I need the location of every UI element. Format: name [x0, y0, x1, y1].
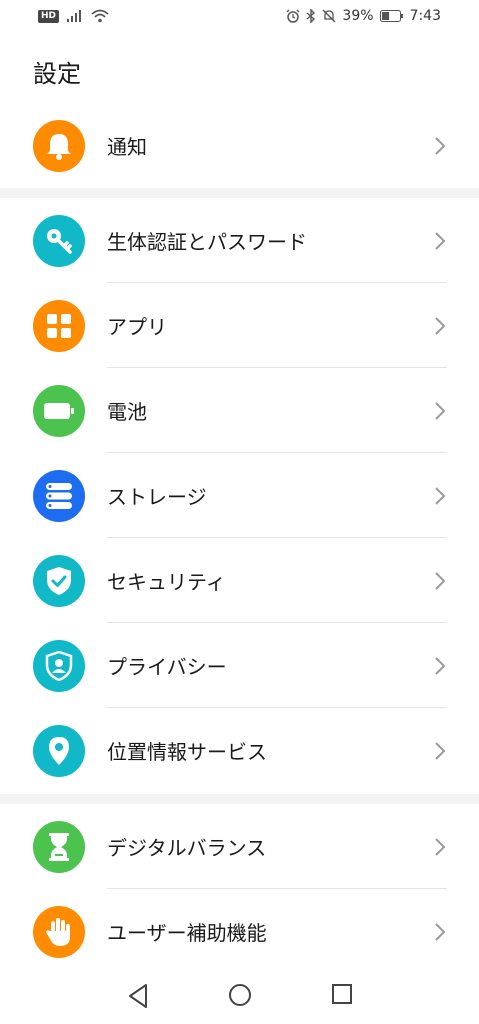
- chevron-right-icon: [435, 401, 445, 420]
- status-right: 39% 7:43: [286, 8, 441, 24]
- wifi-icon: [91, 9, 109, 23]
- hand-icon: [33, 905, 85, 958]
- mute-bell-icon: [322, 9, 336, 23]
- chevron-right-icon: [435, 231, 445, 250]
- key-icon: [33, 214, 85, 267]
- battery-percent: 39%: [342, 8, 374, 24]
- bell-icon: [33, 119, 85, 172]
- section-divider: [0, 188, 479, 198]
- battery-status-icon: [379, 10, 403, 22]
- settings-item-privacy[interactable]: プライバシー: [0, 623, 479, 708]
- chevron-right-icon: [435, 136, 445, 155]
- storage-icon: [33, 469, 85, 522]
- chevron-right-icon: [435, 922, 445, 941]
- hd-badge: HD: [38, 9, 60, 23]
- settings-item-biometrics-password[interactable]: 生体認証とパスワード: [0, 198, 479, 283]
- settings-item-location[interactable]: 位置情報サービス: [0, 708, 479, 793]
- clock: 7:43: [409, 8, 441, 24]
- hourglass-icon: [33, 820, 85, 873]
- page-title: 設定: [33, 60, 81, 88]
- section-divider: [0, 794, 479, 804]
- settings-item-apps[interactable]: アプリ: [0, 283, 479, 368]
- location-pin-icon: [33, 724, 85, 777]
- battery-icon: [33, 384, 85, 437]
- settings-item-battery[interactable]: 電池: [0, 368, 479, 453]
- signal-icon: [67, 10, 82, 22]
- settings-item-label: ユーザー補助機能: [107, 921, 267, 945]
- chevron-right-icon: [435, 571, 445, 590]
- settings-item-storage[interactable]: ストレージ: [0, 453, 479, 538]
- settings-item-label: デジタルバランス: [107, 836, 267, 860]
- recents-icon[interactable]: [331, 983, 353, 1005]
- settings-item-digital-balance[interactable]: デジタルバランス: [0, 804, 479, 889]
- home-icon[interactable]: [228, 983, 252, 1007]
- settings-item-accessibility[interactable]: ユーザー補助機能: [0, 889, 479, 974]
- back-icon[interactable]: [127, 983, 149, 1009]
- settings-item-label: セキュリティ: [107, 570, 226, 594]
- apps-grid-icon: [33, 299, 85, 352]
- shield-check-icon: [33, 554, 85, 607]
- settings-item-notifications[interactable]: 通知: [0, 103, 479, 188]
- settings-item-label: 通知: [107, 135, 147, 159]
- status-bar: HD 39% 7:43: [0, 0, 479, 36]
- settings-item-label: 電池: [107, 400, 147, 424]
- settings-item-label: アプリ: [107, 315, 167, 339]
- settings-item-label: ストレージ: [107, 485, 207, 509]
- chevron-right-icon: [435, 316, 445, 335]
- privacy-shield-icon: [33, 639, 85, 692]
- chevron-right-icon: [435, 741, 445, 760]
- settings-item-label: 生体認証とパスワード: [107, 230, 307, 254]
- alarm-icon: [286, 9, 300, 23]
- settings-item-label: プライバシー: [107, 655, 227, 679]
- system-nav-bar: [0, 970, 479, 1024]
- settings-item-label: 位置情報サービス: [107, 740, 267, 764]
- status-left: HD: [38, 9, 109, 23]
- chevron-right-icon: [435, 656, 445, 675]
- chevron-right-icon: [435, 486, 445, 505]
- bluetooth-icon: [306, 9, 316, 23]
- chevron-right-icon: [435, 837, 445, 856]
- settings-item-security[interactable]: セキュリティ: [0, 538, 479, 623]
